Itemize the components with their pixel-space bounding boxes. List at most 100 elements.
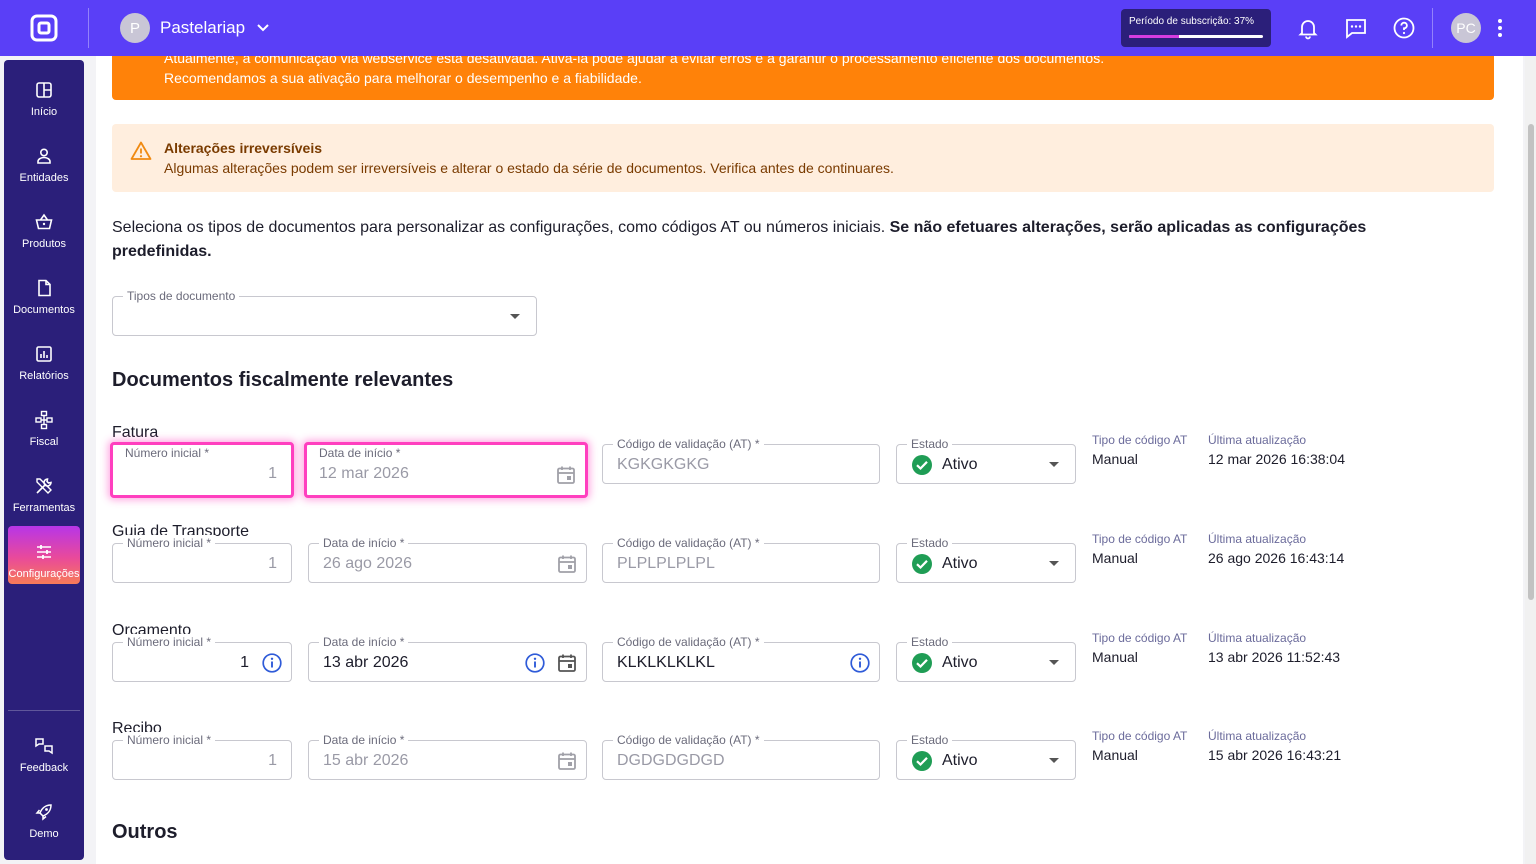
estado-select[interactable]: Estado Ativo	[896, 535, 1076, 583]
sidebar-item-ferramentas[interactable]: Ferramentas	[8, 460, 80, 518]
check-circle-icon	[911, 553, 933, 575]
sidebar-item-label: Feedback	[19, 762, 69, 774]
sidebar: Início Entidades Produtos Documentos Rel…	[4, 60, 84, 860]
numero-inicial-input[interactable]: Número inicial * 1	[110, 442, 294, 498]
data-inicio-input[interactable]: Data de início * 13 abr 2026	[308, 634, 587, 682]
ultima-atualizacao-value: 15 abr 2026 16:43:21	[1208, 747, 1342, 763]
sidebar-item-label: Relatórios	[19, 370, 69, 382]
calendar-icon[interactable]	[556, 652, 578, 674]
tipo-codigo-value: Manual	[1092, 451, 1138, 467]
dashboard-icon	[36, 82, 52, 98]
document-types-select[interactable]: Tipos de documento	[112, 288, 537, 336]
sidebar-item-relatorios[interactable]: Relatórios	[8, 328, 80, 386]
codigo-validacao-value: PLPLPLPLPL	[617, 555, 715, 572]
topbar-divider-right	[1432, 8, 1433, 48]
sidebar-item-produtos[interactable]: Produtos	[8, 196, 80, 254]
codigo-validacao-value: DGDGDGDGD	[617, 752, 725, 769]
estado-value: Ativo	[942, 752, 978, 769]
field-label: Número inicial *	[123, 535, 216, 551]
company-switcher[interactable]: P Pastelariap	[120, 13, 273, 43]
rocket-icon	[35, 804, 52, 821]
bell-icon[interactable]	[1296, 16, 1320, 40]
check-circle-icon	[911, 652, 933, 674]
field-label: Número inicial *	[121, 445, 214, 461]
help-icon[interactable]	[1392, 16, 1416, 40]
numero-inicial-input[interactable]: Número inicial * 1	[112, 634, 292, 682]
estado-value: Ativo	[942, 654, 978, 671]
data-inicio-input[interactable]: Data de início * 12 mar 2026	[304, 442, 588, 498]
tipo-codigo-label: Tipo de código AT	[1092, 532, 1188, 546]
sidebar-item-label: Documentos	[13, 304, 75, 316]
sidebar-item-feedback[interactable]: Feedback	[8, 720, 80, 778]
caret-down-icon	[1049, 561, 1059, 566]
tipo-codigo-value: Manual	[1092, 649, 1138, 665]
info-icon[interactable]	[261, 652, 283, 674]
estado-value: Ativo	[942, 555, 978, 572]
caret-down-icon	[1049, 660, 1059, 665]
numero-inicial-value: 1	[240, 654, 249, 671]
data-inicio-value: 12 mar 2026	[319, 465, 409, 482]
numero-inicial-input[interactable]: Número inicial * 1	[112, 535, 292, 583]
field-label: Código de validação (AT) *	[613, 436, 764, 452]
codigo-validacao-input[interactable]: Código de validação (AT) * DGDGDGDGD	[602, 732, 880, 780]
codigo-validacao-value: KGKGKGKG	[617, 456, 710, 473]
calendar-icon[interactable]	[556, 750, 578, 772]
main-content: Atualmente, a comunicação via webservice…	[96, 56, 1523, 864]
more-vert-icon[interactable]	[1490, 16, 1510, 40]
codigo-validacao-value: KLKLKLKLKL	[617, 654, 715, 671]
info-icon[interactable]	[849, 652, 871, 674]
sidebar-item-label: Fiscal	[29, 436, 59, 448]
irreversible-warning: Alterações irreversíveis Algumas alteraç…	[112, 124, 1494, 192]
sliders-icon	[37, 545, 51, 559]
tipo-codigo-value: Manual	[1092, 747, 1138, 763]
field-label: Estado	[907, 535, 953, 551]
field-label: Número inicial *	[123, 732, 216, 748]
numero-inicial-input[interactable]: Número inicial * 1	[112, 732, 292, 780]
chat-icon[interactable]	[1344, 16, 1368, 40]
warning-text: Algumas alterações podem ser irreversíve…	[164, 160, 894, 176]
field-label: Estado	[907, 634, 953, 650]
sidebar-item-entidades[interactable]: Entidades	[8, 130, 80, 188]
app-logo-icon[interactable]	[30, 14, 58, 42]
warning-title: Alterações irreversíveis	[164, 140, 322, 156]
field-label: Estado	[907, 732, 953, 748]
codigo-validacao-input[interactable]: Código de validação (AT) * KLKLKLKLKL	[602, 634, 880, 682]
data-inicio-input[interactable]: Data de início * 26 ago 2026	[308, 535, 587, 583]
estado-select[interactable]: Estado Ativo	[896, 436, 1076, 484]
sidebar-item-configuracoes[interactable]: Configurações	[8, 526, 80, 584]
caret-down-icon	[1049, 462, 1059, 467]
data-inicio-input[interactable]: Data de início * 15 abr 2026	[308, 732, 587, 780]
section-title-fiscal: Documentos fiscalmente relevantes	[112, 369, 454, 391]
tipo-codigo-label: Tipo de código AT	[1092, 631, 1188, 645]
check-circle-icon	[911, 454, 933, 476]
field-label: Número inicial *	[123, 634, 216, 650]
top-bar: P Pastelariap Período de subscrição: 37%…	[0, 0, 1536, 56]
sidebar-item-inicio[interactable]: Início	[8, 64, 80, 122]
intro-normal: Seleciona os tipos de documentos para pe…	[112, 219, 890, 236]
codigo-validacao-input[interactable]: Código de validação (AT) * PLPLPLPLPL	[602, 535, 880, 583]
estado-select[interactable]: Estado Ativo	[896, 732, 1076, 780]
calendar-icon[interactable]	[556, 553, 578, 575]
field-label: Data de início *	[319, 634, 409, 650]
sidebar-item-label: Demo	[29, 828, 59, 840]
sidebar-item-label: Ferramentas	[12, 502, 76, 514]
warning-icon	[130, 141, 152, 160]
caret-down-icon	[1049, 758, 1059, 763]
tipo-codigo-label: Tipo de código AT	[1092, 729, 1188, 743]
sidebar-item-demo[interactable]: Demo	[8, 786, 80, 844]
numero-inicial-value: 1	[268, 752, 277, 769]
person-icon	[37, 148, 51, 164]
codigo-validacao-input[interactable]: Código de validação (AT) * KGKGKGKG	[602, 436, 880, 484]
info-icon[interactable]	[524, 652, 546, 674]
calendar-icon[interactable]	[555, 464, 577, 486]
ultima-atualizacao-label: Última atualização	[1208, 631, 1307, 645]
sidebar-item-fiscal[interactable]: Fiscal	[8, 394, 80, 452]
sidebar-item-label: Início	[30, 106, 58, 118]
subscription-period[interactable]: Período de subscrição: 37%	[1121, 9, 1271, 47]
sidebar-item-documentos[interactable]: Documentos	[8, 262, 80, 320]
scrollbar-thumb[interactable]	[1528, 124, 1534, 600]
network-icon	[35, 410, 53, 430]
estado-select[interactable]: Estado Ativo	[896, 634, 1076, 682]
ultima-atualizacao-label: Última atualização	[1208, 729, 1307, 743]
user-avatar[interactable]: PC	[1451, 13, 1481, 43]
